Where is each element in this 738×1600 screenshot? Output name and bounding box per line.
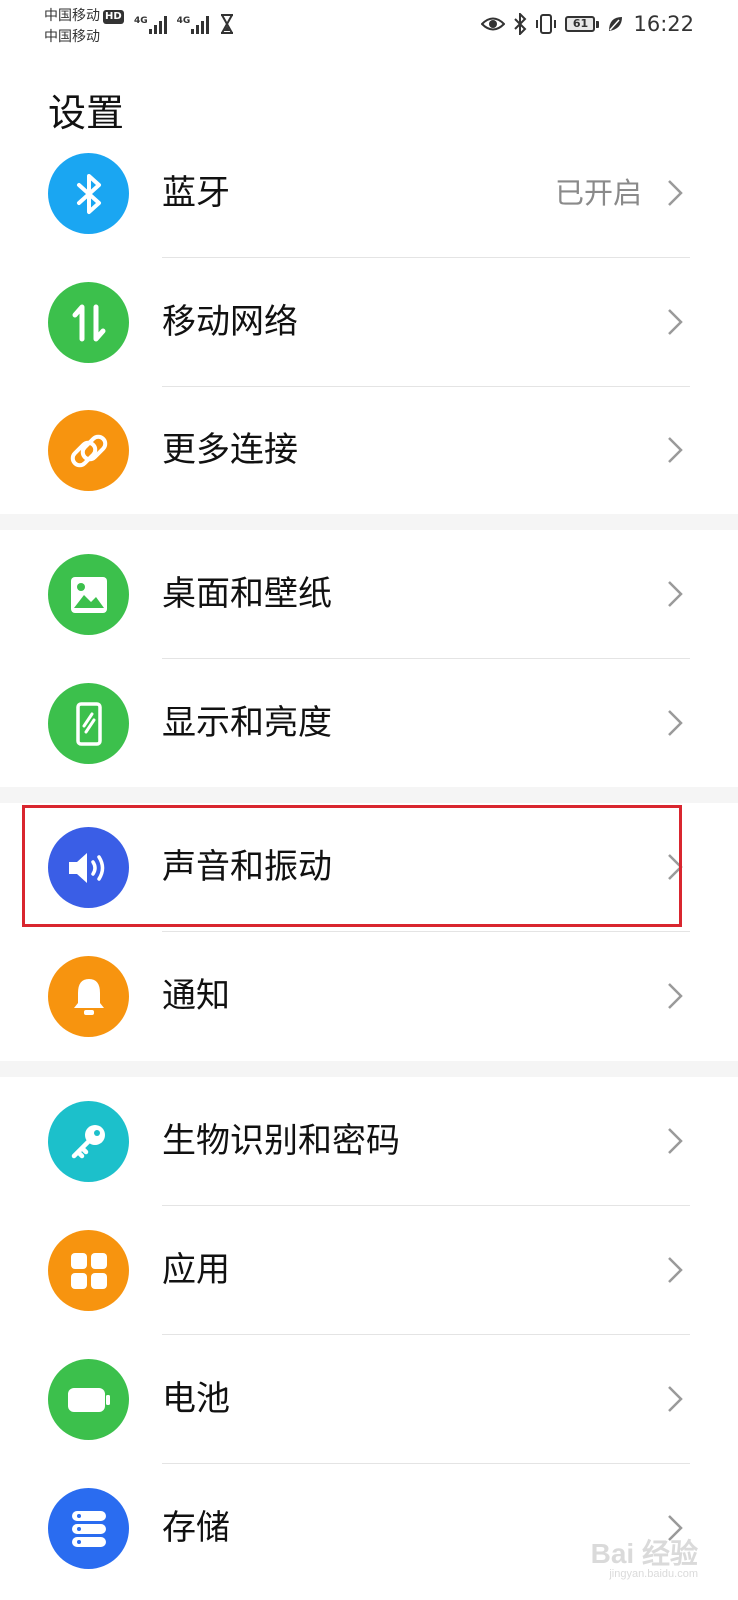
signal-indicators: 4G 4G — [134, 14, 235, 34]
storage-icon — [48, 1488, 129, 1569]
hd-badge: HD — [103, 9, 124, 24]
settings-item-label: 生物识别和密码 — [162, 1121, 400, 1161]
chevron-right-icon — [668, 581, 683, 607]
settings-item-label: 应用 — [162, 1250, 230, 1290]
settings-item-label: 桌面和壁纸 — [162, 574, 332, 614]
leaf-icon — [609, 17, 623, 31]
settings-item-label: 更多连接 — [162, 430, 298, 470]
apps-grid-icon — [48, 1230, 129, 1311]
settings-item-display-brightness[interactable]: 显示和亮度 — [0, 659, 738, 788]
hourglass-icon — [221, 14, 234, 34]
settings-item-battery[interactable]: 电池 — [0, 1335, 738, 1464]
section-divider — [0, 787, 738, 803]
network-2-type: 4G — [176, 16, 191, 26]
settings-item-more-connections[interactable]: 更多连接 — [0, 386, 738, 515]
network-1-type: 4G — [134, 16, 148, 26]
key-icon — [48, 1101, 129, 1182]
settings-item-bluetooth[interactable]: 蓝牙 已开启 — [0, 129, 738, 258]
chevron-right-icon — [668, 180, 683, 206]
bell-icon — [48, 956, 129, 1037]
watermark: Bai 经验 jingyan.baidu.com — [591, 1532, 698, 1580]
settings-item-label: 通知 — [162, 976, 230, 1016]
bluetooth-status-icon — [514, 13, 527, 35]
settings-item-label: 蓝牙 — [162, 173, 230, 213]
settings-item-value: 已开启 — [554, 176, 642, 210]
section-divider — [0, 1061, 738, 1077]
chevron-right-icon — [668, 1386, 683, 1412]
carrier-1-name: 中国移动 — [44, 8, 100, 24]
chevron-right-icon — [668, 983, 683, 1009]
section-divider — [0, 514, 738, 530]
settings-item-biometrics-password[interactable]: 生物识别和密码 — [0, 1077, 738, 1206]
watermark-text: Bai 经验 — [590, 1538, 698, 1569]
phone-display-icon — [48, 683, 129, 764]
settings-item-label: 存储 — [162, 1508, 230, 1548]
bluetooth-icon — [48, 153, 129, 234]
chevron-right-icon — [668, 710, 683, 736]
mobile-data-icon — [48, 282, 129, 363]
eye-icon — [481, 17, 506, 31]
settings-item-label: 移动网络 — [162, 302, 298, 342]
watermark-sub: jingyan.baidu.com — [609, 1568, 698, 1580]
settings-item-label: 电池 — [162, 1379, 230, 1419]
link-icon — [48, 410, 129, 491]
chevron-right-icon — [668, 437, 683, 463]
signal-2-icon: 4G — [177, 16, 210, 34]
vibrate-icon — [536, 14, 557, 34]
settings-item-notifications[interactable]: 通知 — [0, 932, 738, 1061]
status-right: 61 16:22 — [481, 12, 694, 36]
carrier-info: 中国移动 HD 中国移动 — [44, 6, 124, 48]
carrier-2-name: 中国移动 — [44, 29, 100, 45]
battery-icon — [48, 1359, 129, 1440]
signal-1-icon: 4G — [134, 16, 167, 34]
battery-status-icon: 61 — [565, 16, 600, 32]
chevron-right-icon — [668, 1257, 683, 1283]
settings-item-desktop-wallpaper[interactable]: 桌面和壁纸 — [0, 530, 738, 659]
battery-level: 61 — [565, 16, 596, 32]
chevron-right-icon — [668, 1128, 683, 1154]
settings-item-mobile-network[interactable]: 移动网络 — [0, 258, 738, 387]
clock-time: 16:22 — [633, 12, 694, 36]
settings-item-label: 显示和亮度 — [162, 703, 332, 743]
status-bar: 中国移动 HD 中国移动 4G 4G 61 16:22 — [0, 0, 738, 60]
settings-item-apps[interactable]: 应用 — [0, 1206, 738, 1335]
highlight-annotation-box — [22, 805, 682, 927]
image-icon — [48, 554, 129, 635]
chevron-right-icon — [668, 309, 683, 335]
